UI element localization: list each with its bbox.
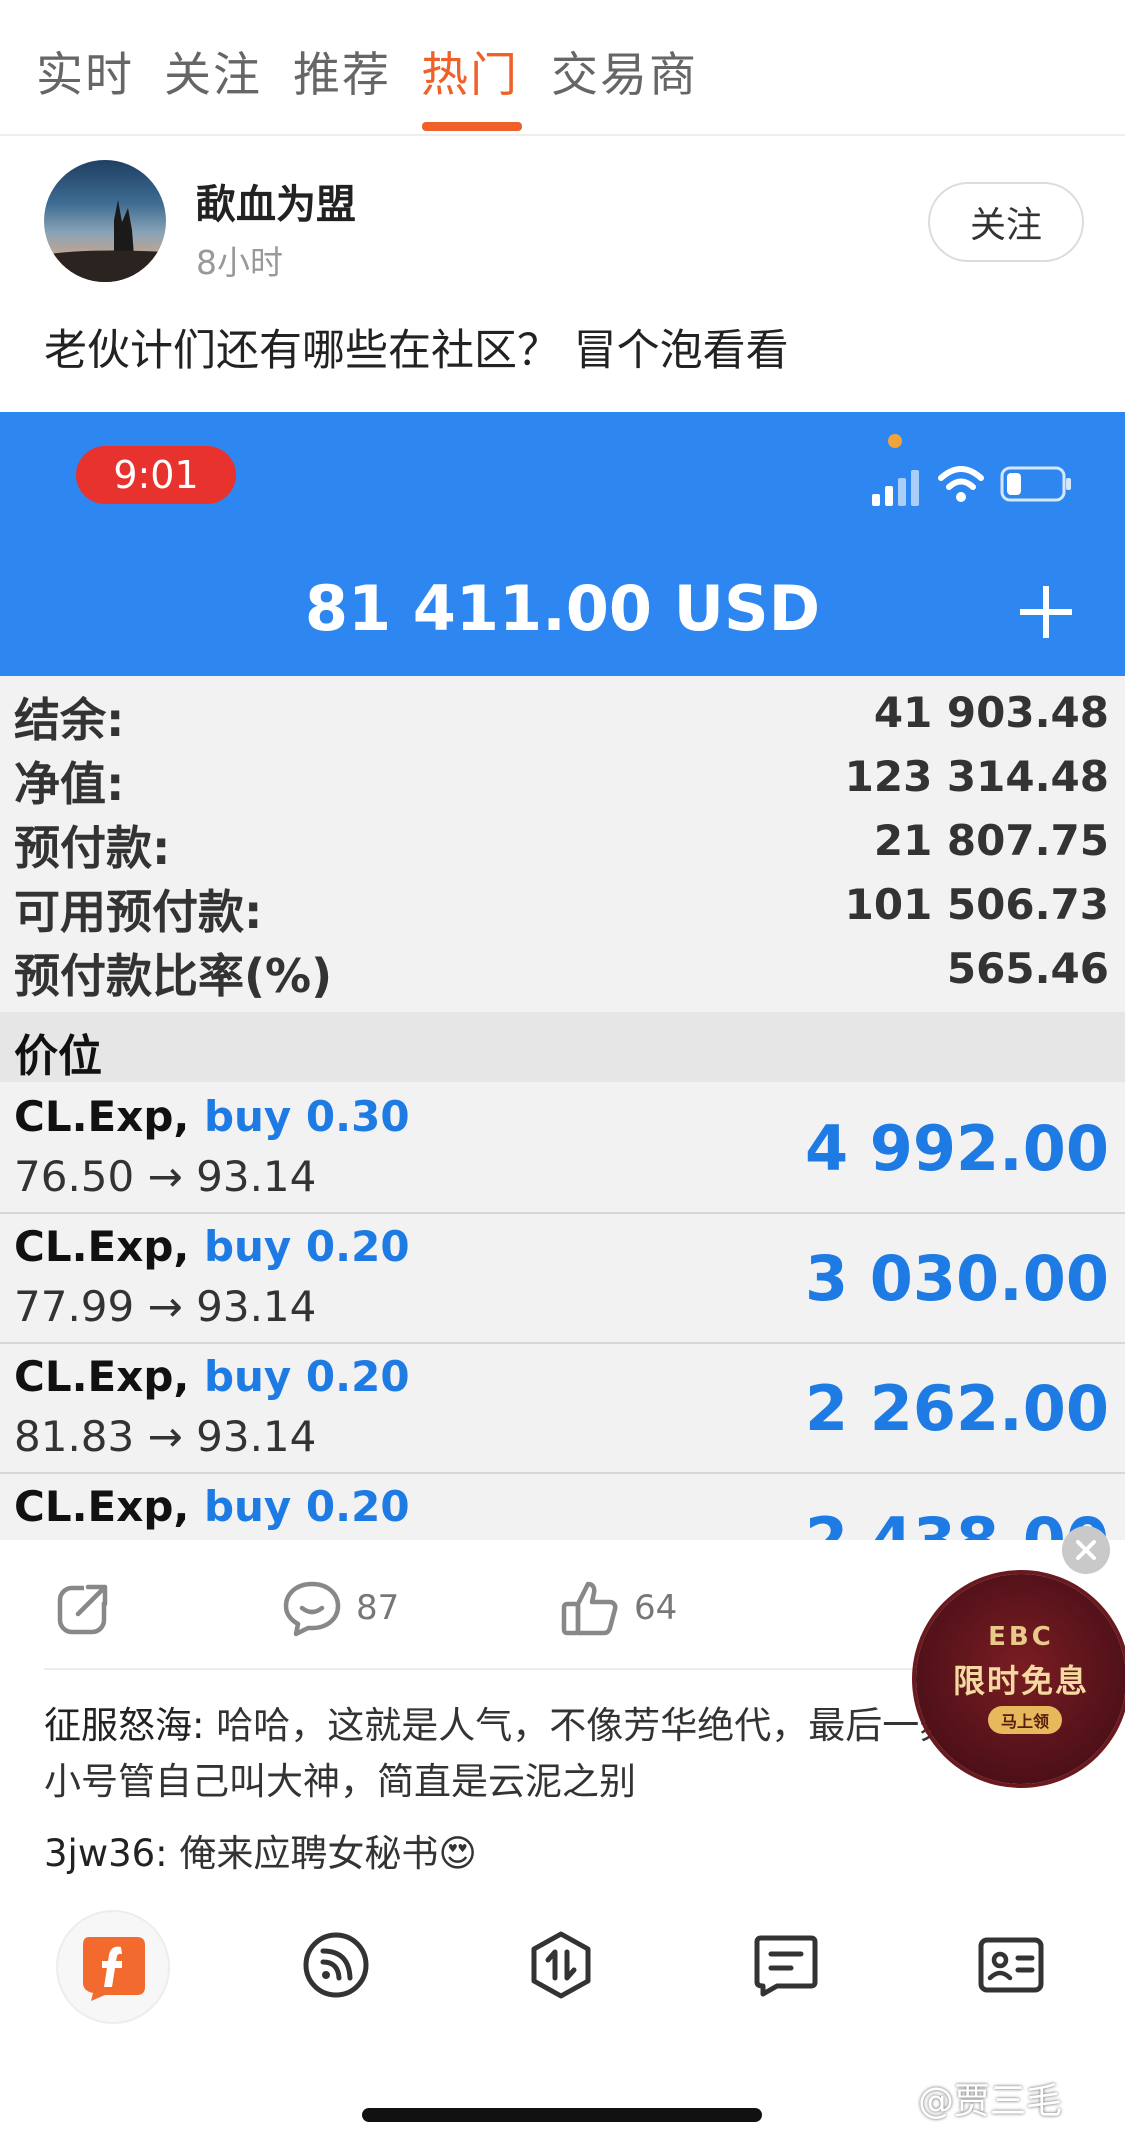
comment-item[interactable]: 3jw36: 俺来应聘女秘书😍	[44, 1826, 1044, 1882]
comment-user[interactable]: 征服怒海:	[44, 1704, 204, 1747]
account-row: 可用预付款: 101 506.73	[0, 876, 1125, 940]
balance-title: 81 411.00 USD	[304, 572, 821, 645]
thumbs-up-icon	[561, 1581, 618, 1636]
profile-card-icon	[978, 1937, 1044, 1993]
nav-messages[interactable]	[731, 1910, 841, 2020]
comment-button[interactable]: 87	[282, 1576, 399, 1640]
tab-following[interactable]: 关注	[164, 36, 262, 105]
post-image[interactable]: 9:01 81 411.00 USD 结余: 41 903.48 净值: 123…	[0, 412, 1125, 1540]
price-header-label: 价位	[14, 1031, 102, 1082]
account-value: 565.46	[946, 944, 1109, 993]
account-label: 净值:	[14, 757, 125, 811]
ad-claim-button[interactable]: 马上领	[988, 1706, 1062, 1734]
comment-text: 俺来应聘女秘书😍	[167, 1832, 477, 1875]
position-symbol: CL.Exp, buy 0.20	[14, 1482, 410, 1531]
post-time: 8小时	[196, 243, 283, 282]
tab-realtime[interactable]: 实时	[36, 36, 134, 105]
comment-icon	[283, 1581, 341, 1637]
nav-home[interactable]	[56, 1910, 170, 2024]
ad-brand: EBC	[988, 1622, 1054, 1652]
tab-hot[interactable]: 热门	[421, 36, 519, 105]
message-icon	[754, 1935, 818, 1997]
position-row: CL.Exp, buy 0.30 76.50 → 93.14 4 992.00	[0, 1084, 1125, 1214]
signal-icon	[872, 470, 919, 506]
position-direction: buy 0.30	[203, 1092, 410, 1141]
share-button[interactable]	[54, 1576, 114, 1640]
position-direction: buy 0.20	[203, 1482, 410, 1531]
position-row: CL.Exp, buy 0.20 77.99 → 93.14 3 030.00	[0, 1214, 1125, 1344]
account-label: 预付款比率(%)	[14, 949, 333, 1003]
account-value: 101 506.73	[844, 880, 1109, 929]
price-section-header: 价位	[0, 1012, 1125, 1082]
post-text: 老伙计们还有哪些在社区？ 冒个泡看看	[44, 326, 789, 376]
nav-feed[interactable]	[281, 1910, 391, 2020]
position-symbol: CL.Exp, buy 0.30	[14, 1092, 410, 1141]
account-row: 预付款: 21 807.75	[0, 812, 1125, 876]
comment-count: 87	[356, 1588, 400, 1628]
position-price-range: 81.83 → 93.14	[14, 1412, 317, 1461]
battery-icon	[1000, 466, 1071, 502]
wifi-icon	[938, 466, 984, 502]
tab-recommended[interactable]: 推荐	[293, 36, 391, 105]
account-label: 可用预付款:	[14, 885, 263, 939]
app-logo-icon	[83, 1937, 145, 2001]
comment-user[interactable]: 3jw36:	[44, 1832, 168, 1875]
status-clock: 9:01	[76, 446, 236, 504]
share-icon	[57, 1580, 112, 1635]
top-tab-bar: 实时 关注 推荐 热门 交易商	[0, 0, 1125, 136]
avatar[interactable]	[44, 160, 166, 282]
tab-brokers[interactable]: 交易商	[551, 36, 698, 105]
position-direction: buy 0.20	[203, 1222, 410, 1271]
position-profit: 2 262.00	[805, 1372, 1109, 1445]
position-profit: 3 030.00	[805, 1242, 1109, 1315]
account-value: 21 807.75	[873, 816, 1109, 865]
bottom-nav	[0, 1910, 1125, 2060]
account-value: 41 903.48	[873, 688, 1109, 737]
position-row: CL.Exp, buy 0.20 81.83 → 93.14 2 262.00	[0, 1344, 1125, 1474]
nav-profile[interactable]	[956, 1910, 1066, 2020]
position-symbol: CL.Exp, buy 0.20	[14, 1222, 410, 1271]
position-symbol: CL.Exp, buy 0.20	[14, 1352, 410, 1401]
active-tab-indicator	[422, 122, 522, 131]
account-row: 预付款比率(%) 565.46	[0, 940, 1125, 1004]
watermark: @贾三毛	[918, 2081, 1063, 2122]
plus-icon	[1020, 586, 1072, 638]
position-profit: 4 992.00	[805, 1112, 1109, 1185]
ad-text: 限时免息	[952, 1662, 1089, 1700]
position-row: CL.Exp, buy 0.20 2 438.00	[0, 1474, 1125, 1540]
account-label: 结余:	[14, 693, 125, 747]
promo-ad[interactable]: EBC 限时免息 马上领	[916, 1574, 1125, 1784]
account-row: 净值: 123 314.48	[0, 748, 1125, 812]
broadcast-icon	[303, 1932, 369, 1998]
position-direction: buy 0.20	[203, 1352, 410, 1401]
position-price-range: 76.50 → 93.14	[14, 1152, 317, 1201]
home-indicator	[362, 2108, 762, 2122]
author-name[interactable]: 歃血为盟	[196, 172, 356, 230]
follow-button[interactable]: 关注	[928, 182, 1084, 262]
nav-trade[interactable]	[506, 1910, 616, 2020]
comment-item[interactable]: 征服怒海: 哈哈，这就是人气，不像芳华绝代，最后一舞，用小号管自己叫大神，简直是…	[44, 1698, 1044, 1810]
account-value: 123 314.48	[844, 752, 1109, 801]
close-icon	[1076, 1540, 1096, 1560]
screenshot-header: 9:01 81 411.00 USD	[0, 412, 1125, 676]
account-row: 结余: 41 903.48	[0, 684, 1125, 748]
position-price-range: 77.99 → 93.14	[14, 1282, 317, 1331]
trade-icon	[531, 1931, 591, 1999]
status-dot	[888, 434, 902, 448]
account-label: 预付款:	[14, 821, 171, 875]
like-button[interactable]: 64	[560, 1576, 677, 1640]
like-count: 64	[634, 1588, 678, 1628]
ad-close-button[interactable]	[1062, 1526, 1110, 1574]
